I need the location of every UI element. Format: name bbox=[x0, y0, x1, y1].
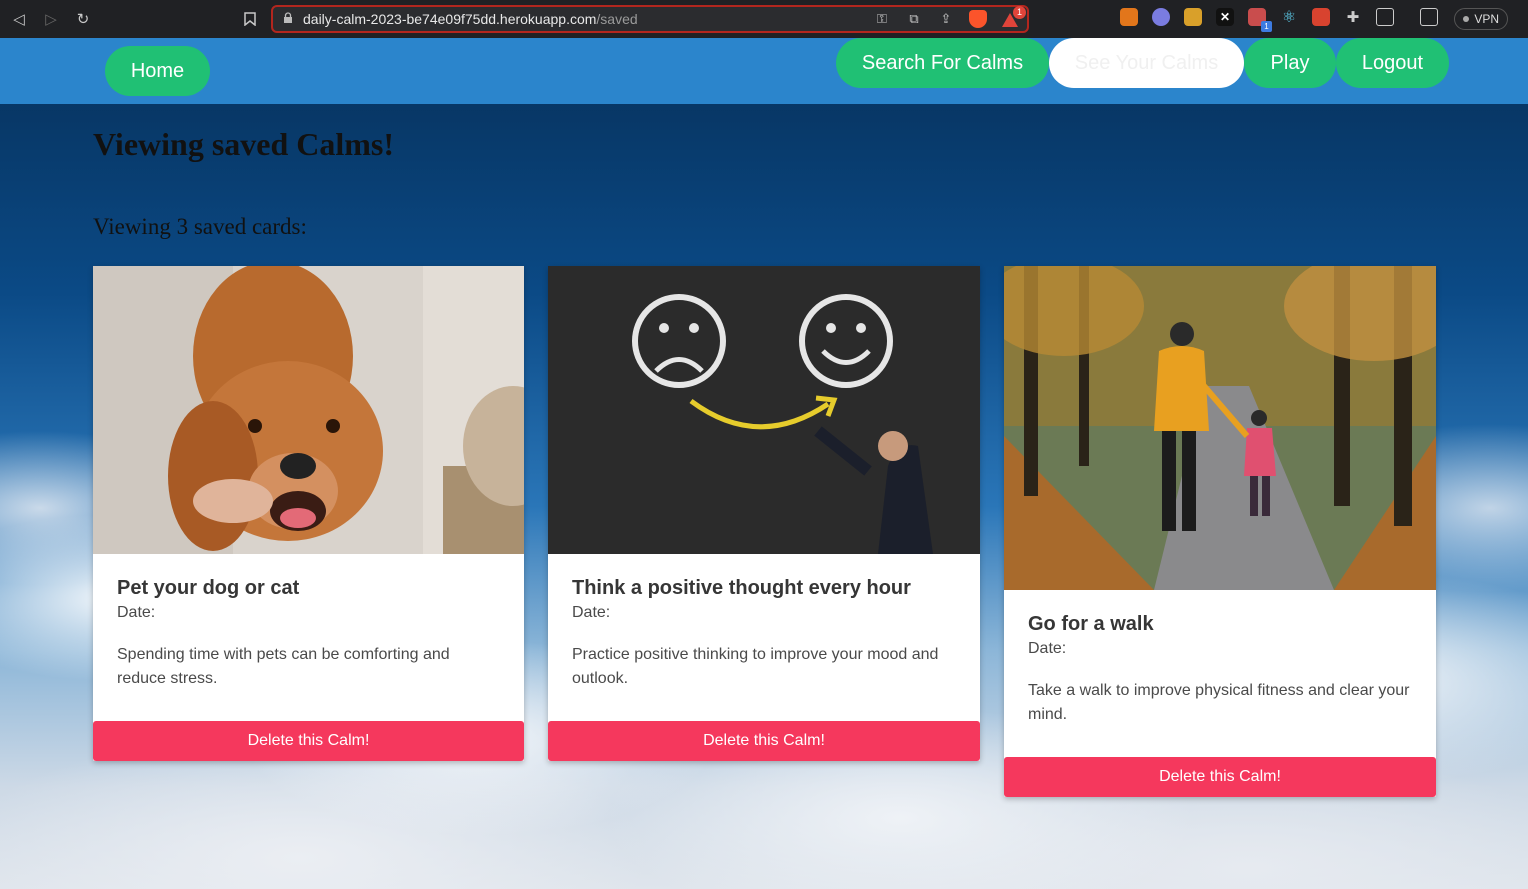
calm-card: Pet your dog or cat Date: Spending time … bbox=[93, 266, 524, 761]
home-button[interactable]: Home bbox=[105, 46, 210, 96]
vpn-button[interactable]: VPN bbox=[1454, 8, 1508, 30]
vpn-label: VPN bbox=[1474, 12, 1499, 26]
vpn-status-icon bbox=[1463, 16, 1470, 22]
card-title: Think a positive thought every hour bbox=[572, 577, 911, 599]
url-host: daily-calm-2023-be74e09f75dd.herokuapp.c… bbox=[303, 11, 597, 27]
walk-image bbox=[1004, 266, 1436, 590]
card-description: Practice positive thinking to improve yo… bbox=[572, 646, 939, 687]
redux-extension-icon[interactable] bbox=[1312, 8, 1330, 26]
metamask-icon[interactable] bbox=[1120, 8, 1138, 26]
delete-calm-button[interactable]: Delete this Calm! bbox=[93, 721, 524, 761]
wallet-icon[interactable] bbox=[1420, 8, 1438, 26]
page-background: Home Search For Calms See Your Calms Pla… bbox=[0, 38, 1528, 889]
share-icon[interactable]: ⇪ bbox=[937, 10, 955, 28]
navbar: Home Search For Calms See Your Calms Pla… bbox=[0, 38, 1528, 104]
card-content: Think a positive thought every hour Date… bbox=[572, 577, 956, 691]
lock-icon bbox=[283, 11, 293, 27]
reload-icon[interactable]: ↻ bbox=[72, 8, 94, 30]
translate-extension-icon[interactable]: 1 bbox=[1248, 8, 1272, 32]
cookie-extension-icon[interactable] bbox=[1184, 8, 1202, 26]
card-title: Go for a walk bbox=[1028, 613, 1154, 635]
logout-button[interactable]: Logout bbox=[1336, 38, 1449, 88]
page-title: Viewing saved Calms! bbox=[93, 126, 395, 162]
brave-shield-icon[interactable] bbox=[969, 10, 987, 28]
card-date: Date: bbox=[117, 604, 156, 621]
ghost-extension-icon[interactable] bbox=[1152, 8, 1170, 26]
search-calms-button[interactable]: Search For Calms bbox=[836, 38, 1049, 88]
saved-count-text: Viewing 3 saved cards: bbox=[93, 214, 307, 239]
extension-badge: 1 bbox=[1261, 21, 1272, 32]
open-external-icon[interactable]: ⧉ bbox=[905, 10, 923, 28]
brave-rewards-icon[interactable]: 1 bbox=[1001, 6, 1026, 28]
extensions-puzzle-icon[interactable]: ✚ bbox=[1344, 8, 1362, 26]
forward-icon[interactable]: ▷ bbox=[40, 8, 62, 30]
calm-card: Go for a walk Date: Take a walk to impro… bbox=[1004, 266, 1436, 797]
sidebar-toggle-icon[interactable] bbox=[1376, 8, 1394, 26]
alert-count-badge: 1 bbox=[1013, 6, 1026, 19]
card-description: Spending time with pets can be comfortin… bbox=[117, 646, 450, 687]
see-your-calms-button[interactable]: See Your Calms bbox=[1049, 38, 1244, 88]
dog-image bbox=[93, 266, 524, 554]
url-path: /saved bbox=[596, 11, 638, 27]
back-icon[interactable]: ◁ bbox=[8, 8, 30, 30]
card-content: Go for a walk Date: Take a walk to impro… bbox=[1028, 613, 1412, 727]
card-title: Pet your dog or cat bbox=[117, 577, 300, 599]
card-date: Date: bbox=[1028, 640, 1067, 657]
card-content: Pet your dog or cat Date: Spending time … bbox=[117, 577, 500, 691]
calm-card: Think a positive thought every hour Date… bbox=[548, 266, 980, 761]
delete-calm-button[interactable]: Delete this Calm! bbox=[1004, 757, 1436, 797]
card-date: Date: bbox=[572, 604, 611, 621]
react-devtools-icon[interactable]: ⚛ bbox=[1280, 8, 1298, 26]
card-description: Take a walk to improve physical fitness … bbox=[1028, 682, 1410, 723]
bookmark-icon[interactable] bbox=[239, 8, 261, 30]
key-icon[interactable]: ⚿ bbox=[873, 10, 891, 28]
delete-calm-button[interactable]: Delete this Calm! bbox=[548, 721, 980, 761]
browser-toolbar: ◁ ▷ ↻ daily-calm-2023-be74e09f75dd.herok… bbox=[0, 0, 1528, 38]
positive-thought-image bbox=[548, 266, 980, 554]
x-extension-icon[interactable]: ✕ bbox=[1216, 8, 1234, 26]
play-button[interactable]: Play bbox=[1244, 38, 1336, 88]
address-bar[interactable]: daily-calm-2023-be74e09f75dd.herokuapp.c… bbox=[271, 5, 1029, 33]
